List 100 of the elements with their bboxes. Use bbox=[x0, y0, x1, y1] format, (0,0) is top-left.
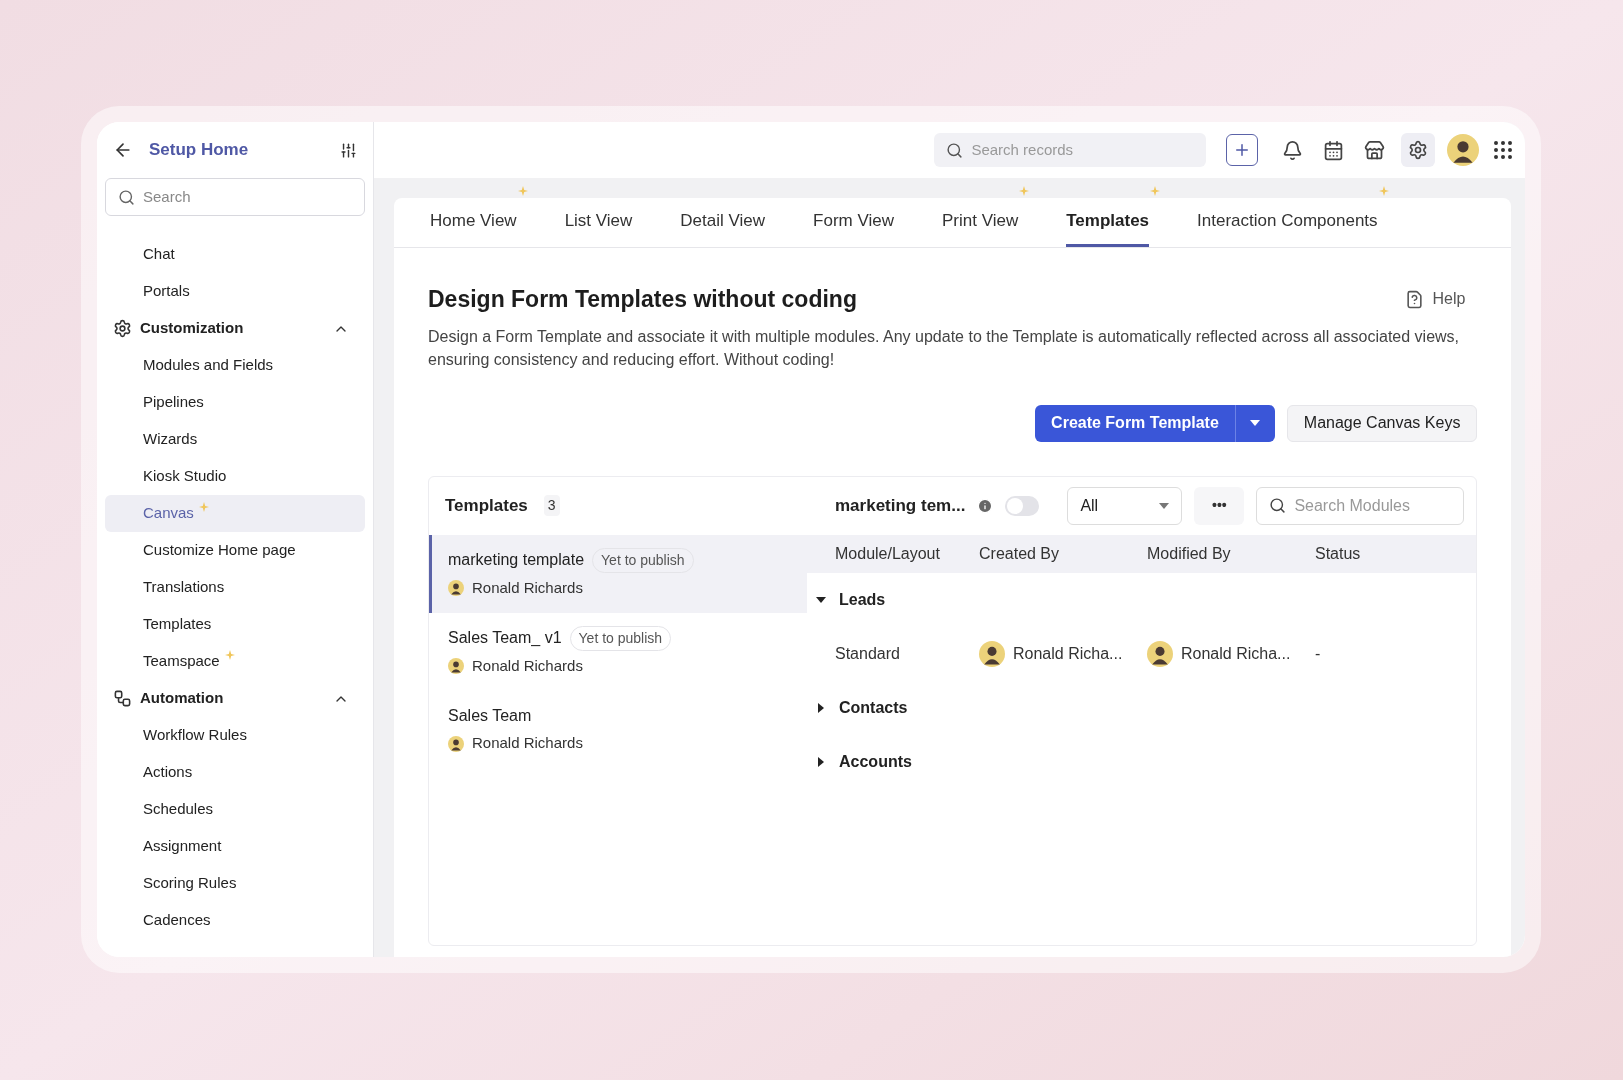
create-options-button[interactable] bbox=[1234, 404, 1275, 442]
setup-home-title[interactable]: Setup Home bbox=[149, 137, 324, 163]
sidebar-item[interactable]: Actions bbox=[105, 754, 365, 791]
avatar-icon bbox=[1447, 134, 1480, 166]
item-label: Customize Home page bbox=[143, 540, 296, 561]
section-header[interactable]: Customization bbox=[105, 310, 365, 347]
manage-canvas-keys-button[interactable]: Manage Canvas Keys bbox=[1286, 404, 1478, 442]
table-cell-text: Standard bbox=[835, 643, 901, 664]
table-cell-text: Ronald Richa... bbox=[1181, 643, 1291, 664]
template-list-item[interactable]: marketing template Yet to publish Ronald Richards bbox=[429, 534, 807, 613]
item-label: Actions bbox=[143, 762, 193, 783]
search-field[interactable]: Search bbox=[105, 178, 365, 216]
dropdown-caret-icon bbox=[1159, 502, 1170, 509]
sidebar-item[interactable]: Translations bbox=[105, 569, 365, 606]
page-heading: Design Form Templates without coding bbox=[428, 285, 857, 314]
filter-dropdown[interactable]: All bbox=[1067, 486, 1183, 525]
info-icon[interactable] bbox=[977, 497, 994, 514]
notification-icon[interactable] bbox=[1282, 139, 1304, 161]
sidebar-item[interactable]: Workflow Rules bbox=[105, 717, 365, 754]
template-name: marketing template bbox=[448, 550, 585, 571]
item-label: Schedules bbox=[143, 799, 214, 820]
item-label: Portals bbox=[143, 281, 190, 302]
search-icon bbox=[118, 188, 135, 206]
module-group[interactable]: Accounts bbox=[807, 734, 1477, 789]
store-icon[interactable] bbox=[1364, 139, 1386, 161]
help-link[interactable]: Help bbox=[1432, 287, 1466, 312]
section-title: Automation bbox=[140, 688, 225, 709]
filter-value: All bbox=[1080, 495, 1099, 516]
item-label: Assignment bbox=[143, 836, 222, 857]
templates-count: 3 bbox=[543, 495, 560, 516]
caret-down-icon bbox=[1250, 420, 1261, 426]
publish-toggle[interactable] bbox=[1005, 495, 1040, 516]
templates-title: Templates bbox=[445, 494, 528, 517]
sidebar-item[interactable]: Templates bbox=[105, 606, 365, 643]
author-name: Ronald Richards bbox=[472, 733, 583, 754]
tab[interactable]: Print View bbox=[942, 197, 1019, 247]
sidebar-item[interactable]: Cadences bbox=[105, 902, 365, 939]
module-name: Accounts bbox=[839, 751, 912, 772]
tab[interactable]: Home View bbox=[430, 197, 517, 247]
section-title: Customization bbox=[140, 318, 245, 339]
avatar-icon bbox=[448, 735, 464, 752]
help-icon[interactable] bbox=[1405, 289, 1425, 309]
sidebar-item[interactable]: Portals bbox=[105, 273, 365, 310]
sidebar-item[interactable]: Teamspace bbox=[105, 643, 365, 680]
sidebar-item[interactable]: Canvas bbox=[105, 495, 365, 532]
avatar-icon bbox=[448, 658, 464, 674]
search-placeholder: Search Modules bbox=[1294, 495, 1410, 516]
tab[interactable]: Detail View bbox=[680, 197, 766, 247]
avatar-icon bbox=[1147, 640, 1173, 667]
sidebar-item[interactable]: Modules and Fields bbox=[105, 347, 365, 384]
sidebar-item[interactable]: Schedules bbox=[105, 791, 365, 828]
tab[interactable]: List View bbox=[564, 197, 633, 247]
sidebar-item[interactable]: Scoring Rules bbox=[105, 865, 365, 902]
item-label: Kiosk Studio bbox=[143, 466, 227, 487]
item-label: Translations bbox=[143, 577, 225, 598]
item-label: Chat bbox=[143, 244, 175, 265]
table-cell-text: Ronald Richa... bbox=[1013, 643, 1123, 664]
search-placeholder: Search records bbox=[971, 139, 1074, 160]
create-form-template-button[interactable]: Create Form Template bbox=[1035, 404, 1235, 442]
sidebar-item[interactable]: Kiosk Studio bbox=[105, 458, 365, 495]
module-name: Contacts bbox=[839, 697, 908, 718]
item-label: Templates bbox=[143, 614, 212, 635]
template-name: Sales Team_ v1 bbox=[448, 628, 562, 649]
sidebar-item[interactable]: Chat bbox=[105, 236, 365, 273]
description-text: Design a Form Template and associate it with multiple modules. Any update to the Template is automatically reflected across all associated views, ensuring consistency and reducing effort. Without coding! bbox=[428, 326, 1461, 370]
calendar-icon[interactable] bbox=[1323, 139, 1345, 161]
column-header: Status bbox=[1315, 543, 1362, 564]
search-icon bbox=[946, 141, 964, 159]
item-label: Wizards bbox=[143, 429, 198, 450]
tab[interactable]: Interaction Components bbox=[1197, 197, 1378, 247]
add-button[interactable] bbox=[1226, 134, 1259, 166]
avatar-icon bbox=[448, 580, 464, 596]
column-header: Created By bbox=[979, 543, 1061, 564]
sidebar-item[interactable]: Customize Home page bbox=[105, 532, 365, 569]
sidebar-item[interactable]: Assignment bbox=[105, 828, 365, 865]
sidebar-item[interactable]: Wizards bbox=[105, 421, 365, 458]
sidebar-item[interactable]: Pipelines bbox=[105, 384, 365, 421]
settings-icon bbox=[113, 319, 132, 338]
column-header: Modified By bbox=[1147, 543, 1232, 564]
item-label: Scoring Rules bbox=[143, 873, 237, 894]
module-name: Leads bbox=[839, 589, 886, 610]
section-header[interactable]: Automation bbox=[105, 680, 365, 717]
selected-template-name: marketing tem... bbox=[835, 494, 966, 517]
column-header: Module/Layout bbox=[835, 543, 941, 564]
more-button[interactable]: ••• bbox=[1194, 486, 1245, 525]
tab[interactable]: Form View bbox=[813, 197, 894, 247]
module-group[interactable]: Leads bbox=[807, 572, 1477, 627]
template-name: Sales Team bbox=[448, 706, 532, 727]
settings-icon bbox=[1408, 140, 1429, 160]
filter-settings-icon[interactable] bbox=[340, 141, 357, 159]
avatar-icon bbox=[979, 640, 1005, 667]
tab[interactable]: Templates bbox=[1066, 197, 1150, 247]
module-group[interactable]: Contacts bbox=[807, 680, 1477, 735]
search-placeholder: Search bbox=[143, 186, 191, 207]
author-name: Ronald Richards bbox=[472, 577, 583, 598]
settings-button[interactable] bbox=[1401, 133, 1436, 167]
automation-icon bbox=[113, 689, 132, 708]
template-list-item[interactable]: Sales Team_ v1 Yet to publish Ronald Richards bbox=[429, 612, 807, 691]
template-list-item[interactable]: Sales Team Ronald Richards bbox=[429, 690, 807, 769]
author-name: Ronald Richards bbox=[472, 655, 583, 676]
